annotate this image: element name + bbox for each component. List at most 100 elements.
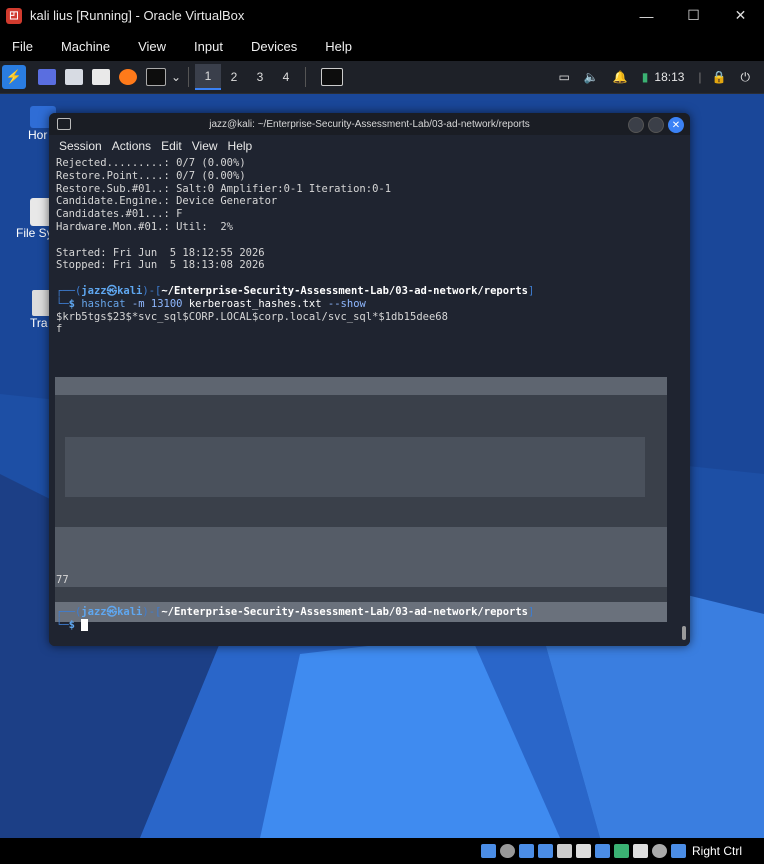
output-line: Restore.Point....: 0/7 (0.00%) bbox=[56, 169, 246, 182]
mouse-integration-icon[interactable] bbox=[651, 844, 667, 858]
virtualbox-logo-icon: ◰ bbox=[6, 7, 22, 24]
usb-icon[interactable] bbox=[556, 844, 572, 858]
prompt-corner: ┌──( bbox=[56, 284, 82, 297]
menu-help[interactable]: Help bbox=[325, 39, 352, 54]
kali-menu-icon[interactable]: ⚡ bbox=[2, 65, 26, 89]
optical-drive-icon[interactable] bbox=[499, 844, 515, 858]
panel-separator bbox=[305, 67, 306, 87]
lock-icon[interactable]: 🔒 bbox=[712, 70, 727, 84]
prompt-corner-bottom: └─ bbox=[56, 618, 69, 631]
menu-file[interactable]: File bbox=[12, 39, 33, 54]
prompt-path: ~/Enterprise-Security-Assessment-Lab/03-… bbox=[161, 284, 529, 297]
terminal-minimize-button[interactable] bbox=[628, 117, 644, 133]
redacted-line-end: 77 bbox=[56, 574, 69, 586]
text-editor-icon[interactable] bbox=[92, 69, 110, 85]
cpu-icon[interactable] bbox=[632, 844, 648, 858]
hash-line: $krb5tgs$23$*svc_sql$CORP.LOCAL$corp.loc… bbox=[56, 310, 448, 323]
prompt-host: kali bbox=[117, 606, 143, 618]
display-icon[interactable]: ▭ bbox=[559, 70, 570, 84]
terminal-window[interactable]: jazz@kali: ~/Enterprise-Security-Assessm… bbox=[49, 113, 690, 646]
terminal-maximize-button[interactable] bbox=[648, 117, 664, 133]
output-line: Stopped: Fri Jun 5 18:13:08 2026 bbox=[56, 259, 265, 272]
terminal-menu-help[interactable]: Help bbox=[228, 139, 253, 153]
chevron-down-icon[interactable]: ⌄ bbox=[170, 65, 182, 89]
prompt-bracket-end: ] bbox=[528, 284, 535, 297]
logout-icon[interactable]: ⏻ bbox=[741, 70, 751, 85]
terminal-launcher-icon[interactable] bbox=[146, 68, 166, 86]
notifications-bell-icon[interactable]: 🔔 bbox=[613, 70, 628, 84]
menu-input[interactable]: Input bbox=[194, 39, 223, 54]
recording-icon[interactable] bbox=[613, 844, 629, 858]
active-prompt-line[interactable]: └─$ bbox=[56, 618, 534, 632]
volume-icon[interactable]: 🔈 bbox=[584, 70, 599, 84]
terminal-title-bar[interactable]: jazz@kali: ~/Enterprise-Security-Assessm… bbox=[49, 113, 690, 135]
workspace-3[interactable]: 3 bbox=[247, 65, 273, 89]
system-tray: ▭ 🔈 🔔 ▮ 18:13 | 🔒 ⏻ bbox=[559, 61, 764, 93]
workspace-2[interactable]: 2 bbox=[221, 65, 247, 89]
text-cursor bbox=[81, 618, 89, 631]
hard-disk-icon[interactable] bbox=[480, 844, 496, 858]
terminal-menu-actions[interactable]: Actions bbox=[112, 139, 151, 153]
prompt-host: kali bbox=[117, 284, 143, 297]
output-line: Restore.Sub.#01..: Salt:0 Amplifier:0-1 … bbox=[56, 182, 392, 195]
keyboard-capture-icon[interactable] bbox=[670, 844, 686, 858]
virtualbox-menu-bar: File Machine View Input Devices Help bbox=[0, 31, 764, 61]
firefox-icon[interactable] bbox=[119, 69, 137, 85]
prompt-path: ~/Enterprise-Security-Assessment-Lab/03-… bbox=[161, 606, 529, 618]
command-file: kerberoast_hashes.txt bbox=[188, 297, 322, 310]
menu-view[interactable]: View bbox=[138, 39, 166, 54]
menu-devices[interactable]: Devices bbox=[251, 39, 297, 54]
redacted-line: f bbox=[56, 323, 63, 336]
prompt-bracket: )-[ bbox=[142, 606, 162, 618]
workspace-4[interactable]: 4 bbox=[273, 65, 299, 89]
terminal-close-button[interactable]: ✕ bbox=[668, 117, 684, 133]
show-desktop-icon[interactable] bbox=[38, 69, 56, 85]
virtualbox-status-bar: Right Ctrl bbox=[0, 838, 764, 864]
prompt-corner-bottom: └─ bbox=[56, 297, 69, 310]
prompt-corner: ┌──( bbox=[56, 606, 82, 618]
prompt-line: ┌──(jazz㉿kali)-[~/Enterprise-Security-As… bbox=[56, 285, 690, 298]
virtualbox-title-bar: ◰ kali lius [Running] - Oracle VirtualBo… bbox=[0, 0, 764, 31]
panel-separator bbox=[188, 67, 189, 87]
prompt-bracket: )-[ bbox=[142, 284, 162, 297]
tray-separator: | bbox=[698, 70, 702, 84]
terminal-menu-edit[interactable]: Edit bbox=[161, 139, 182, 153]
audio-icon[interactable] bbox=[518, 844, 534, 858]
terminal-output[interactable]: Rejected.........: 0/7 (0.00%) Restore.P… bbox=[49, 157, 690, 646]
window-title: kali lius [Running] - Oracle VirtualBox bbox=[30, 8, 245, 23]
kali-top-panel: ⚡ ⌄ 1 2 3 4 ▭ 🔈 🔔 ▮ 18:13 | 🔒 ⏻ bbox=[0, 61, 764, 94]
menu-machine[interactable]: Machine bbox=[61, 39, 110, 54]
network-icon[interactable] bbox=[537, 844, 553, 858]
command-option: -m 13100 bbox=[131, 297, 183, 310]
terminal-menu-session[interactable]: Session bbox=[59, 139, 102, 153]
prompt-dollar: $ bbox=[68, 297, 75, 310]
command-flag: --show bbox=[327, 297, 366, 310]
output-line: Candidates.#01...: F bbox=[56, 208, 183, 221]
prompt-at: ㉿ bbox=[106, 284, 118, 297]
shared-folders-icon[interactable] bbox=[575, 844, 591, 858]
terminal-title: jazz@kali: ~/Enterprise-Security-Assessm… bbox=[209, 118, 530, 130]
workspace-1[interactable]: 1 bbox=[195, 64, 221, 90]
minimize-button[interactable]: — bbox=[623, 0, 670, 31]
close-button[interactable]: ✕ bbox=[717, 0, 764, 31]
display-icon[interactable] bbox=[594, 844, 610, 858]
prompt-user: jazz bbox=[81, 606, 107, 618]
prompt-at: ㉿ bbox=[106, 606, 118, 618]
output-line: Rejected.........: 0/7 (0.00%) bbox=[56, 157, 246, 169]
clock[interactable]: 18:13 bbox=[654, 70, 684, 84]
prompt-dollar: $ bbox=[68, 618, 75, 631]
prompt-user: jazz bbox=[81, 284, 107, 297]
terminal-menu-view[interactable]: View bbox=[192, 139, 218, 153]
terminal-menu-bar: Session Actions Edit View Help bbox=[49, 135, 690, 157]
file-manager-icon[interactable] bbox=[65, 69, 83, 85]
redacted-region bbox=[55, 377, 667, 622]
command-line: └─$ hashcat -m 13100 kerberoast_hashes.t… bbox=[56, 298, 690, 311]
terminal-scrollbar[interactable] bbox=[682, 626, 686, 640]
output-line: Started: Fri Jun 5 18:12:55 2026 bbox=[56, 246, 265, 259]
maximize-button[interactable]: ☐ bbox=[670, 0, 717, 31]
command-name: hashcat bbox=[81, 297, 126, 310]
taskbar-terminal-window-icon[interactable] bbox=[321, 68, 343, 86]
battery-icon[interactable]: ▮ bbox=[642, 70, 649, 84]
output-line: Hardware.Mon.#01.: Util: 2% bbox=[56, 220, 234, 233]
